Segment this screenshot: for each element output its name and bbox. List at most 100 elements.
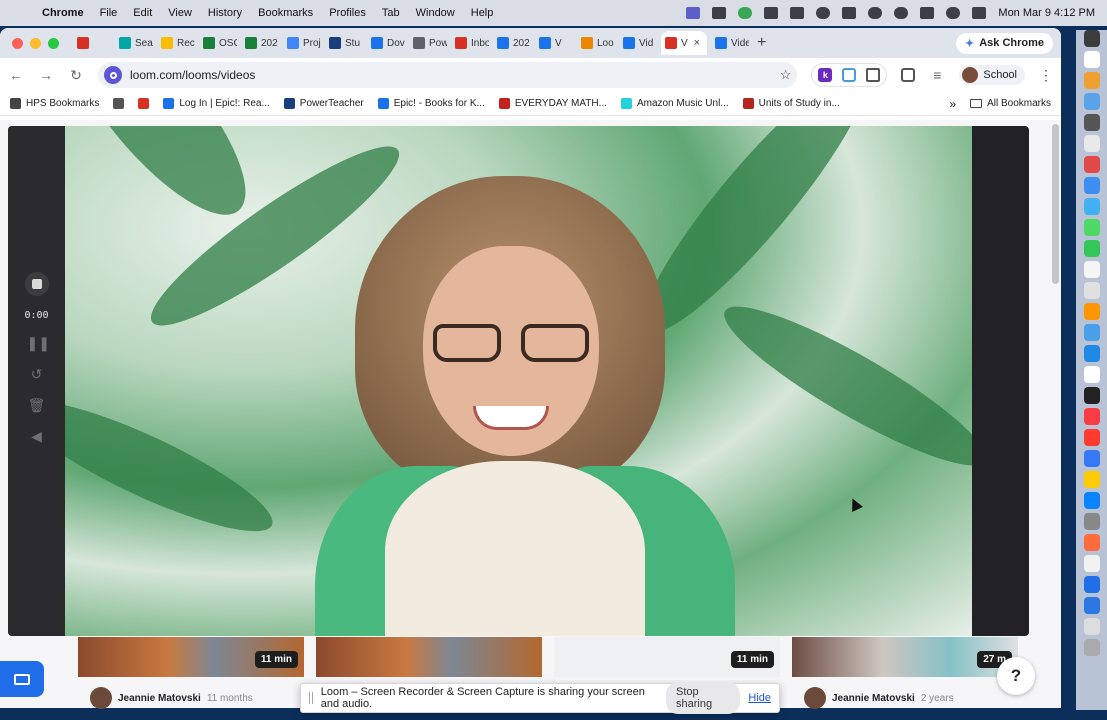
profile-button[interactable]: School (959, 65, 1025, 85)
more-bookmarks-icon[interactable]: » (949, 97, 956, 111)
kami-extension-icon[interactable]: k (818, 68, 833, 82)
menu-help[interactable]: Help (471, 7, 494, 19)
camera-bubble[interactable] (65, 126, 972, 636)
play-icon[interactable] (868, 7, 883, 19)
video-card[interactable]: 27 m Jeannie Matovski 2 years (792, 637, 1020, 709)
browser-tab[interactable]: Sea (115, 31, 153, 55)
dock-app-icon[interactable] (1083, 618, 1100, 635)
dock-app-icon[interactable] (1083, 156, 1100, 173)
video-thumbnail[interactable] (316, 637, 542, 677)
browser-tab[interactable]: Vid (619, 31, 657, 55)
extensions-puzzle-icon[interactable] (866, 68, 881, 82)
video-card[interactable]: 11 min Jeannie Matovski 11 months (78, 637, 306, 709)
chrome-menu-icon[interactable]: ⋮ (1039, 67, 1053, 84)
menu-bookmarks[interactable]: Bookmarks (258, 7, 313, 19)
bookmark-item[interactable]: Units of Study in... (742, 98, 840, 109)
search-tabs-icon[interactable] (901, 68, 916, 82)
close-window-button[interactable] (12, 37, 23, 49)
menu-profiles[interactable]: Profiles (329, 7, 366, 19)
restart-icon[interactable]: ↺ (27, 366, 47, 383)
owner-name[interactable]: Jeannie Matovski (832, 693, 915, 704)
pause-icon[interactable]: ❚❚ (27, 335, 50, 352)
browser-tab[interactable]: V × (661, 31, 707, 55)
address-bar[interactable]: loom.com/looms/videos ☆ (98, 62, 798, 88)
reload-icon[interactable]: ↻ (68, 67, 84, 84)
browser-tab[interactable]: OSC (199, 31, 237, 55)
dock-app-icon[interactable] (1083, 534, 1100, 551)
bookmark-item[interactable]: Epic! - Books for K... (377, 98, 485, 109)
loom-status-icon[interactable] (738, 7, 753, 19)
dock-app-icon[interactable] (1083, 93, 1100, 110)
bookmark-star-icon[interactable]: ☆ (780, 67, 792, 83)
dock-app-icon[interactable] (1083, 72, 1100, 89)
minimize-window-button[interactable] (30, 37, 41, 49)
dock-app-icon[interactable] (1083, 240, 1100, 257)
dock-app-icon[interactable] (1083, 450, 1100, 467)
menu-window[interactable]: Window (416, 7, 455, 19)
dock-app-icon[interactable] (1083, 51, 1100, 68)
bookmark-item[interactable] (138, 98, 150, 109)
new-tab-button[interactable]: + (757, 34, 766, 52)
wifi-icon[interactable] (894, 7, 909, 19)
battery-icon[interactable] (920, 7, 935, 19)
dock-app-icon[interactable] (1083, 303, 1100, 320)
dock-app-icon[interactable] (1083, 429, 1100, 446)
control-center-icon[interactable] (972, 7, 987, 19)
bookmark-item[interactable]: Amazon Music Unl... (620, 98, 729, 109)
dock-app-icon[interactable] (1083, 345, 1100, 362)
dock-app-icon[interactable] (1083, 408, 1100, 425)
menu-tab[interactable]: Tab (382, 7, 400, 19)
browser-tab[interactable]: Stu (325, 31, 363, 55)
do-not-disturb-icon[interactable] (816, 7, 831, 19)
owner-name[interactable]: Jeannie Matovski (118, 693, 201, 704)
collapse-icon[interactable]: ◀ (27, 428, 47, 445)
menubar-clock[interactable]: Mon Mar 9 4:12 PM (998, 7, 1095, 19)
page-scrollbar[interactable] (1052, 124, 1059, 284)
ask-chrome-button[interactable]: ✦ Ask Chrome (955, 32, 1053, 54)
browser-tab[interactable]: Inbo (451, 31, 489, 55)
browser-tab[interactable]: Rec (157, 31, 195, 55)
dock-app-icon[interactable] (1083, 576, 1100, 593)
dock-app-icon[interactable] (1083, 387, 1100, 404)
read-extension-icon[interactable] (842, 68, 857, 82)
dock-app-icon[interactable] (1083, 177, 1100, 194)
app-status-icon[interactable] (712, 7, 727, 19)
stop-sharing-button[interactable]: Stop sharing (666, 682, 741, 714)
display-icon[interactable] (842, 7, 857, 19)
menu-file[interactable]: File (100, 7, 118, 19)
dock-app-icon[interactable] (1083, 513, 1100, 530)
dock-app-icon[interactable] (1083, 471, 1100, 488)
browser-tab[interactable]: Proj (283, 31, 321, 55)
all-bookmarks-button[interactable]: All Bookmarks (970, 98, 1051, 109)
drag-handle-icon[interactable] (309, 692, 313, 704)
browser-tab[interactable]: Dov (367, 31, 405, 55)
dock-app-icon[interactable] (1083, 261, 1100, 278)
menu-history[interactable]: History (208, 7, 242, 19)
stop-recording-button[interactable] (24, 272, 49, 296)
dock-app-icon[interactable] (1083, 492, 1100, 509)
menu-view[interactable]: View (168, 7, 192, 19)
media-controls-icon[interactable]: ≡ (929, 67, 945, 83)
bookmark-item[interactable]: Log In | Epic!: Rea... (163, 98, 270, 109)
browser-tab[interactable]: Vide (711, 31, 749, 55)
forward-icon[interactable]: → (38, 67, 54, 83)
bookmark-item[interactable]: HPS Bookmarks (10, 98, 99, 109)
browser-tab[interactable]: 202 (493, 31, 531, 55)
url-text[interactable]: loom.com/looms/videos (130, 68, 255, 82)
dock-app-icon[interactable] (1083, 114, 1100, 131)
loom-site-icon[interactable] (104, 66, 122, 84)
browser-tab[interactable]: V (535, 31, 573, 55)
browser-tab[interactable] (73, 31, 111, 55)
audio-levels-icon[interactable] (764, 7, 779, 19)
extension-status-icon[interactable] (790, 7, 805, 19)
screen-share-icon[interactable] (686, 7, 701, 19)
menu-edit[interactable]: Edit (133, 7, 152, 19)
zoom-window-button[interactable] (48, 37, 59, 49)
help-button[interactable]: ? (997, 657, 1035, 695)
dock-app-icon[interactable] (1083, 282, 1100, 299)
browser-tab[interactable]: 202 (241, 31, 279, 55)
spotlight-search-icon[interactable] (946, 7, 961, 19)
browser-tab[interactable]: Loo (577, 31, 615, 55)
bookmark-item[interactable] (113, 98, 125, 109)
delete-icon[interactable]: 🗑 (27, 397, 47, 414)
